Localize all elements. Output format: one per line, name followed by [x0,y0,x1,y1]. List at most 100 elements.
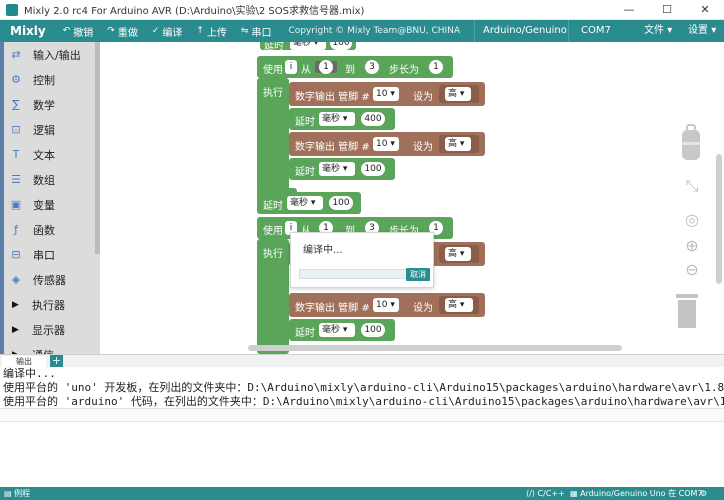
trash-icon[interactable] [674,292,700,330]
toolbox-category[interactable]: ∑ 数学 [0,92,100,117]
toolbox-category[interactable]: ƒ 函数 [0,217,100,242]
upload-button[interactable]: ↑ 上传 [189,20,234,42]
delay-value[interactable]: 100 [361,323,385,337]
unit-dropdown[interactable]: 毫秒 ▾ [287,196,323,210]
level-dropdown[interactable]: 高 ▾ [445,298,473,312]
unit-value: 毫秒 [290,198,309,208]
check-icon: ✓ [151,26,160,36]
workspace-horizontal-scrollbar[interactable] [248,345,622,351]
delay-block-1[interactable]: 延时 毫秒 ▾ 400 [289,108,395,130]
delay-value[interactable]: 100 [361,162,385,176]
digital-write-block-1[interactable]: 数字输出 管脚 # 10 ▾ 设为 高 ▾ [289,82,485,106]
mixly-logo: Mixly [10,24,46,38]
board-status[interactable]: ▦ Arduino/Genuino Uno 在 COM7 [570,487,703,500]
expand-arrow-icon: ▶ [12,324,19,335]
delay-label: 延时 [263,201,283,212]
from-value[interactable]: 1 [319,60,333,74]
toolbox-category-label: 逻辑 [33,123,55,137]
toolbox-category[interactable]: ▶ 显示器 [0,317,100,342]
unit-value: 毫秒 [322,325,341,335]
maximize-button[interactable]: ☐ [648,0,686,20]
language-indicator[interactable]: ⟨/⟩ C/C++ [526,487,565,500]
blockly-workspace[interactable]: 延时 毫秒 ▾ 100 使用 i 从 1 到 3 步长为 1 执行 数字输出 管… [100,42,724,354]
redo-label: 重做 [117,27,138,39]
delay-value[interactable]: 100 [329,196,353,210]
pin-value: 10 [376,139,388,149]
settings-menu-label: 设置 [688,25,708,36]
toolbox-category[interactable]: ⊟ 串口 [0,242,100,267]
set-to-label: 设为 [413,303,433,314]
delay-block-4[interactable]: 延时 毫秒 ▾ 100 [289,319,395,341]
console-active-line [0,408,724,422]
level-value: 高 [448,139,458,149]
unit-dropdown[interactable]: 毫秒 ▾ [319,112,355,126]
level-dropdown[interactable]: 高 ▾ [445,137,471,151]
upload-label: 上传 [206,27,227,39]
unit-dropdown[interactable]: 毫秒 ▾ [290,42,326,50]
step-value[interactable]: 1 [429,60,443,74]
toolbox-category[interactable]: ⊡ 逻辑 [0,117,100,142]
settings-menu[interactable]: 设置 ▾ [688,20,716,42]
toolbox-category[interactable]: ◈ 传感器 [0,267,100,292]
zoom-in-icon[interactable]: ⊕ [682,236,702,255]
level-dropdown[interactable]: 高 ▾ [445,247,471,261]
language-label: C/C++ [537,489,565,498]
backpack-icon[interactable] [678,124,704,164]
toolbox-category[interactable]: ▶通信 [0,342,100,355]
window-title: Mixly 2.0 rc4 For Arduino AVR (D:\Arduin… [24,6,365,17]
examples-button[interactable]: ▤ 例程 [4,487,30,500]
port-select[interactable]: COM7 [568,20,638,42]
use-label: 使用 [263,65,283,76]
for-loop-block-1[interactable]: 使用 i 从 1 到 3 步长为 1 [257,56,453,78]
settings-gear-icon[interactable]: ⚙ [700,487,707,500]
pin-dropdown[interactable]: 10 ▾ [373,298,399,312]
board-status-label: Arduino/Genuino Uno 在 COM7 [580,489,703,498]
loop-body-1: 执行 [257,78,289,192]
delay-value[interactable]: 400 [361,112,385,126]
digital-write-block-2[interactable]: 数字输出 管脚 # 10 ▾ 设为 高 ▾ [289,132,485,156]
file-menu[interactable]: 文件 ▾ [644,20,672,42]
compile-button[interactable]: ✓ 编译 [145,20,190,42]
undo-icon: ↶ [62,26,71,36]
toolbox-category[interactable]: ▣ 变量 [0,192,100,217]
undo-button[interactable]: ↶ 撤销 [56,20,101,42]
file-menu-label: 文件 [644,25,664,36]
delay-block-mid[interactable]: 延时 毫秒 ▾ 100 [257,192,361,214]
serial-button[interactable]: ⇋ 串口 [234,20,279,42]
app-icon [6,3,18,16]
minimize-button[interactable]: — [610,0,648,20]
unit-dropdown[interactable]: 毫秒 ▾ [319,323,355,337]
workspace-vertical-scrollbar[interactable] [716,154,722,284]
toolbox-category-label: 变量 [33,198,55,212]
toolbox-category[interactable]: ⇄ 输入/输出 [0,42,100,67]
delay-value[interactable]: 100 [330,42,352,50]
toolbox-category[interactable]: ⚙ 控制 [0,67,100,92]
delay-block-top[interactable]: 延时 毫秒 ▾ 100 [260,42,356,52]
redo-button[interactable]: ↷ 重做 [100,20,145,42]
board-select[interactable]: Arduino/Genuino [474,20,568,42]
output-console[interactable]: 编译中... 使用平台的 'uno' 开发板，在列出的文件夹中：D:\Ardui… [0,367,724,487]
unit-dropdown[interactable]: 毫秒 ▾ [319,162,355,176]
loop-var-field[interactable]: i [285,60,297,74]
digital-write-block-4[interactable]: 数字输出 管脚 # 10 ▾ 设为 高 ▾ [289,293,485,317]
reset-center-icon[interactable]: ◎ [682,210,702,229]
toolbox-category[interactable]: ▶ 执行器 [0,292,100,317]
close-button[interactable]: ✕ [686,0,724,20]
toolbox-category-label: 数组 [33,173,55,187]
pin-dropdown[interactable]: 10 ▾ [373,137,399,151]
toolbox-category[interactable]: T 文本 [0,142,100,167]
upload-icon: ↑ [196,26,204,36]
level-dropdown[interactable]: 高 ▾ [445,87,471,101]
zoom-out-icon[interactable]: ⊖ [682,260,702,279]
pin-value: 10 [376,89,388,99]
toolbox-category[interactable]: ☰ 数组 [0,167,100,192]
delay-block-2[interactable]: 延时 毫秒 ▾ 100 [289,158,395,180]
fit-screen-icon[interactable]: ⤡ [682,176,702,196]
toolbox-category-label: 显示器 [32,323,65,337]
toolbox-category-label: 函数 [33,223,55,237]
delay-label: 延时 [295,167,315,178]
pin-dropdown[interactable]: 10 ▾ [373,87,399,101]
cancel-button[interactable]: 取消 [406,268,430,281]
to-value[interactable]: 3 [365,60,379,74]
toolbox-category-label: 文本 [33,148,55,162]
